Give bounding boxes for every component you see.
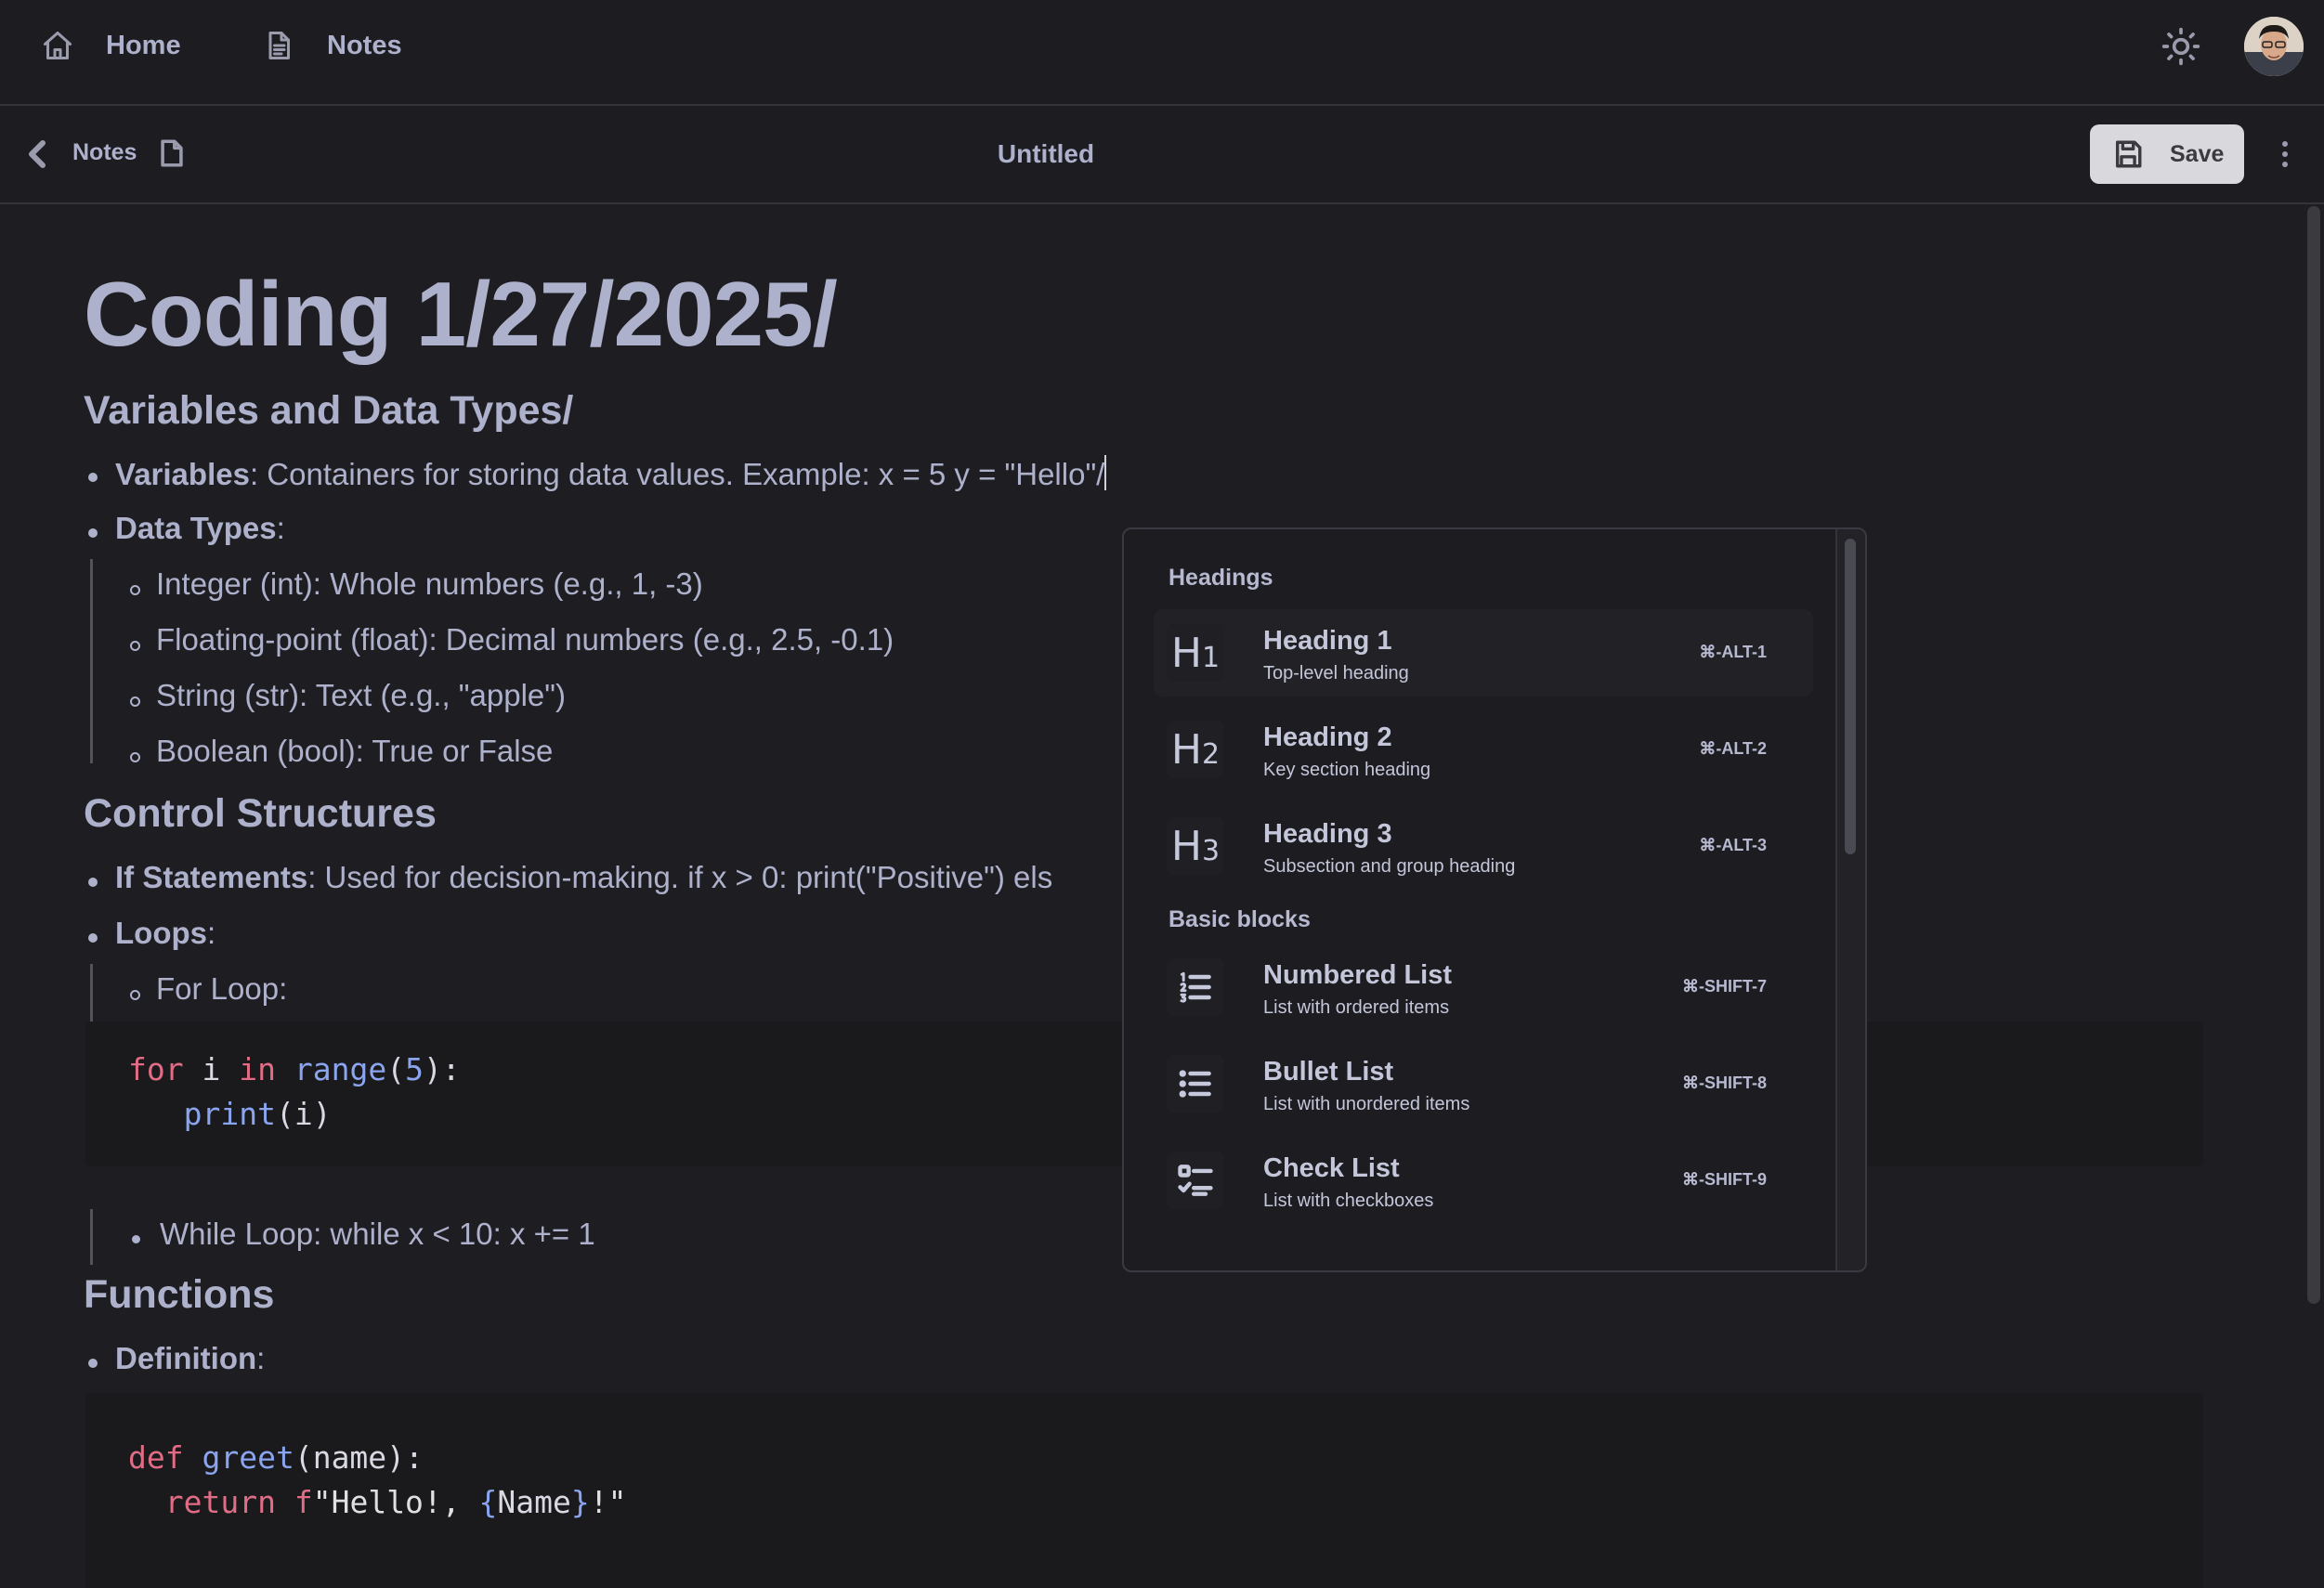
keyboard-shortcut: ⌘-ALT-1 [1699,643,1767,661]
home-icon [44,32,72,59]
list-item[interactable]: String (str): Text (e.g., "apple") [156,678,566,713]
code-block[interactable]: def greet(name): return f"Hello!, {Name}… [85,1393,2203,1588]
slash-command-menu: Headings H1 Heading 1 Top-level heading … [1122,527,1867,1272]
menu-item-title: Heading 2 [1263,722,1392,752]
code-line: def greet(name): [128,1439,424,1476]
menu-item-subtitle: List with unordered items [1263,1094,1470,1114]
list-item[interactable]: Data Types: [115,511,285,546]
editor-toolbar: Notes Untitled Save [0,106,2324,204]
list-item[interactable]: If Statements: Used for decision-making.… [115,860,1052,895]
nav-home-label: Home [106,30,181,60]
keyboard-shortcut: ⌘-ALT-3 [1699,836,1767,854]
sun-icon [2161,27,2200,66]
nesting-line [90,559,93,763]
menu-item-title: Heading 3 [1263,819,1392,849]
list-item-text: : [276,511,285,545]
menu-item-check-list[interactable]: Check List List with checkboxes ⌘-SHIFT-… [1154,1137,1813,1224]
list-item-term: Definition [115,1341,257,1375]
bullet [130,990,140,1000]
list-item-term: Loops [115,916,207,950]
menu-item-heading-1[interactable]: H1 Heading 1 Top-level heading ⌘-ALT-1 [1154,609,1813,696]
list-item-term: Variables [115,457,250,491]
code-line: return f"Hello!, {Name}!" [164,1484,627,1520]
list-item-text: : Containers for storing data values. Ex… [249,457,1105,491]
nav-notes-link[interactable]: Notes [262,24,402,67]
menu-item-subtitle: Top-level heading [1263,663,1409,683]
bullet [130,641,140,651]
heading-1-icon: H1 [1167,624,1224,682]
numbered-list-icon [1167,958,1224,1016]
menu-scrollbar[interactable] [1835,529,1865,1270]
list-item[interactable]: Variables: Containers for storing data v… [115,455,1107,492]
menu-group-label: Headings [1169,565,1273,591]
list-item[interactable]: Integer (int): Whole numbers (e.g., 1, -… [156,566,703,602]
document-icon [268,32,290,59]
save-button[interactable]: Save [2090,124,2244,184]
list-item-text: : [256,1341,266,1375]
nav-home-link[interactable]: Home [41,24,181,67]
bullet-list-icon [1167,1055,1224,1113]
keyboard-shortcut: ⌘-ALT-2 [1699,739,1767,758]
avatar[interactable] [2244,17,2304,76]
heading-3-icon: H3 [1167,817,1224,875]
menu-item-bullet-list[interactable]: Bullet List List with unordered items ⌘-… [1154,1040,1813,1127]
keyboard-shortcut: ⌘-SHIFT-8 [1681,1074,1767,1092]
code-line: print(i) [183,1096,332,1132]
floppy-disk-icon [2115,140,2142,168]
bullet [130,696,140,707]
menu-item-subtitle: Key section heading [1263,760,1431,780]
bullet [132,1235,140,1243]
document-heading[interactable]: Coding 1/27/2025/ [84,262,838,367]
bullet [88,933,98,943]
bullet [130,585,140,595]
list-item[interactable]: Definition: [115,1341,265,1376]
bullet [88,473,98,482]
text-caret [1104,455,1107,490]
section-heading[interactable]: Control Structures [84,791,437,837]
menu-item-title: Numbered List [1263,960,1453,990]
nesting-line [90,1209,93,1265]
menu-item-heading-3[interactable]: H3 Heading 3 Subsection and group headin… [1154,802,1813,890]
bullet [88,878,98,887]
section-heading[interactable]: Functions [84,1272,274,1318]
nav-notes-label: Notes [327,30,402,60]
menu-item-title: Bullet List [1263,1057,1394,1087]
menu-item-title: Check List [1263,1153,1400,1183]
bullet [130,752,140,762]
save-button-label: Save [2170,141,2225,167]
top-navigation: Home Notes [0,0,2324,106]
list-item-text: : [206,916,216,950]
list-item[interactable]: Loops: [115,916,215,951]
list-item[interactable]: For Loop: [156,971,287,1007]
more-options-button[interactable] [2274,139,2296,169]
page-title[interactable]: Untitled [0,139,2092,169]
user-avatar-image [2244,17,2304,76]
list-item[interactable]: While Loop: while x < 10: x += 1 [160,1217,595,1252]
menu-item-subtitle: Subsection and group heading [1263,856,1516,877]
menu-item-heading-2[interactable]: H2 Heading 2 Key section heading ⌘-ALT-2 [1154,706,1813,793]
section-heading[interactable]: Variables and Data Types/ [84,388,573,434]
code-line: for i in range(5): [128,1051,461,1087]
editor-scrollbar[interactable] [2307,206,2320,1304]
bullet [88,1359,98,1368]
more-vertical-icon [2282,141,2288,147]
menu-group-label: Basic blocks [1169,906,1311,932]
list-item[interactable]: Boolean (bool): True or False [156,734,553,769]
menu-scrollbar-thumb[interactable] [1845,539,1856,854]
list-item-text: : Used for decision-making. if x > 0: pr… [307,860,1053,894]
keyboard-shortcut: ⌘-SHIFT-7 [1681,977,1767,996]
bullet [88,528,98,538]
menu-item-subtitle: List with checkboxes [1263,1191,1434,1211]
menu-item-subtitle: List with ordered items [1263,997,1450,1018]
heading-2-icon: H2 [1167,721,1224,778]
check-list-icon [1167,1152,1224,1209]
menu-item-title: Heading 1 [1263,626,1392,656]
list-item-term: If Statements [115,860,308,894]
list-item[interactable]: Floating-point (float): Decimal numbers … [156,622,894,657]
menu-item-numbered-list[interactable]: Numbered List List with ordered items ⌘-… [1154,944,1813,1031]
keyboard-shortcut: ⌘-SHIFT-9 [1681,1170,1767,1189]
theme-toggle-button[interactable] [2161,26,2201,67]
list-item-term: Data Types [115,511,277,545]
